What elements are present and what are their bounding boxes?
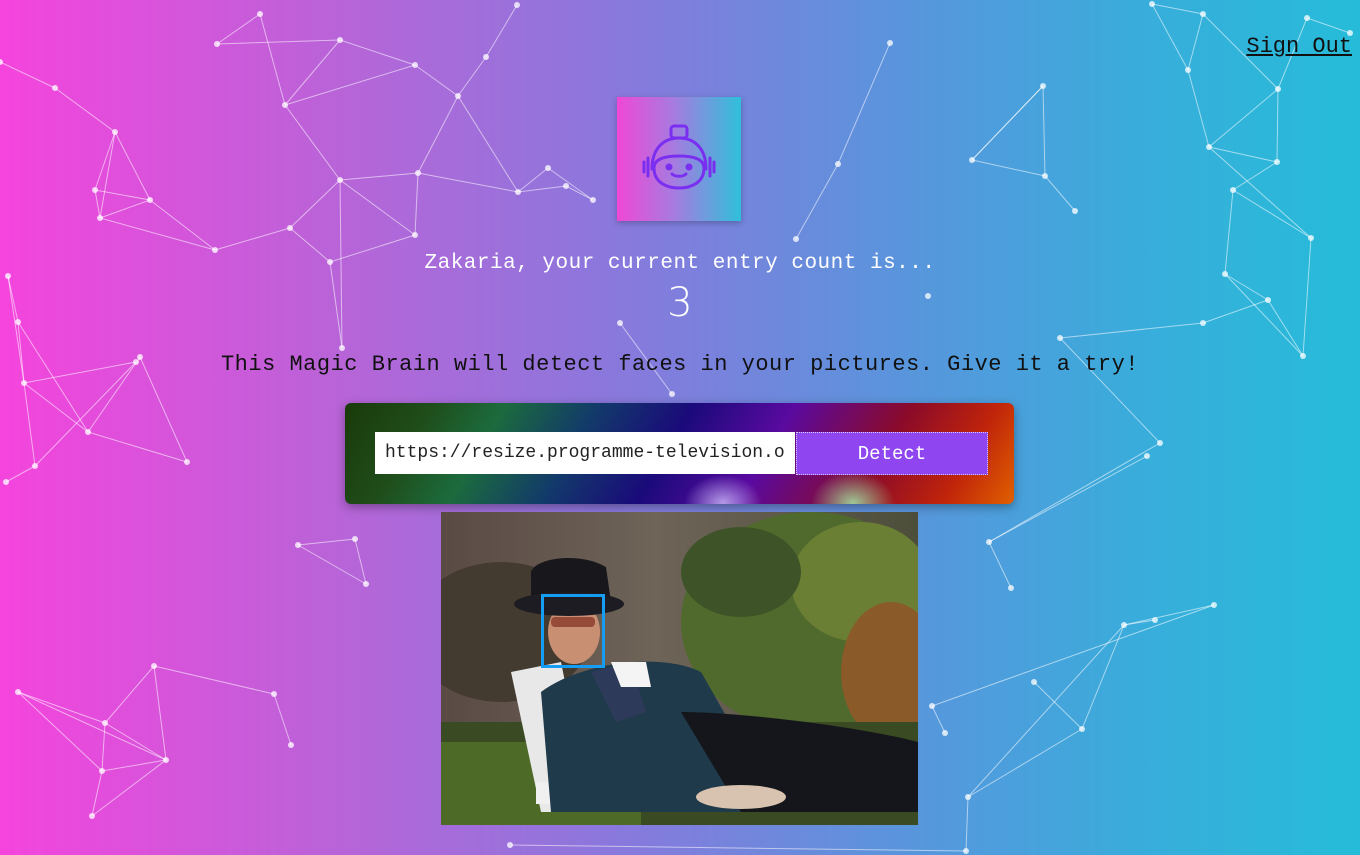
image-url-input[interactable]	[375, 432, 795, 474]
detect-button[interactable]: Detect	[796, 432, 988, 475]
logo-tile	[617, 97, 741, 221]
robot-brain-icon	[642, 124, 716, 190]
photo-image	[441, 512, 918, 825]
image-url-form: Detect	[345, 403, 1014, 504]
entry-count-greeting: Zakaria, your current entry count is...	[424, 252, 936, 275]
entry-count-value: 3	[667, 280, 693, 326]
app-description: This Magic Brain will detect faces in yo…	[220, 352, 1140, 377]
sign-out-link[interactable]: Sign Out	[1246, 34, 1352, 59]
detected-photo	[441, 512, 918, 825]
face-bounding-box	[541, 594, 605, 668]
